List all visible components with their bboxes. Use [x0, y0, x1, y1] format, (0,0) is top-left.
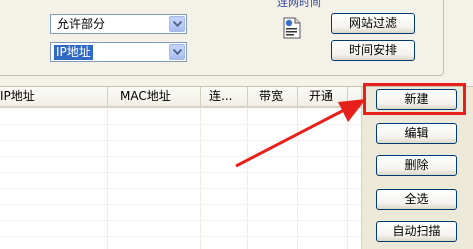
- column-header-ip[interactable]: IP地址: [0, 87, 108, 106]
- site-filter-button[interactable]: 网站过滤: [331, 13, 415, 34]
- web-document-icon: [283, 17, 301, 42]
- select-all-button[interactable]: 全选: [376, 189, 457, 210]
- access-scope-value: 允许部分: [57, 17, 106, 31]
- row-divider: [0, 188, 361, 189]
- filter-mode-select[interactable]: IP地址: [50, 42, 187, 62]
- host-list[interactable]: IP地址 MAC地址 连... 带宽 开通: [0, 87, 362, 249]
- highlight-box: [363, 83, 466, 115]
- column-header-connections[interactable]: 连...: [201, 87, 248, 106]
- row-divider: [0, 204, 361, 205]
- column-divider: [247, 108, 248, 249]
- column-header-enabled[interactable]: 开通: [298, 87, 348, 106]
- auto-scan-button[interactable]: 自动扫描: [376, 221, 457, 242]
- filter-mode-value: IP地址: [53, 44, 94, 61]
- column-divider: [297, 108, 298, 249]
- column-divider: [200, 108, 201, 249]
- dropdown-arrow-icon[interactable]: [169, 44, 185, 60]
- column-header-bandwidth[interactable]: 带宽: [248, 87, 298, 106]
- section-title-fragment: 连网时间: [277, 0, 321, 9]
- row-divider: [0, 140, 361, 141]
- row-divider: [0, 236, 361, 237]
- delete-button[interactable]: 删除: [376, 155, 457, 176]
- row-divider: [0, 156, 361, 157]
- dropdown-arrow-icon[interactable]: [169, 16, 185, 32]
- settings-groupbox: [0, 0, 444, 76]
- edit-button[interactable]: 编辑: [376, 123, 457, 144]
- column-divider: [347, 108, 348, 249]
- row-divider: [0, 124, 361, 125]
- column-divider: [107, 108, 108, 249]
- schedule-button[interactable]: 时间安排: [331, 40, 415, 61]
- access-scope-select[interactable]: 允许部分: [50, 14, 187, 34]
- column-header-mac[interactable]: MAC地址: [108, 87, 201, 106]
- settings-panel: 允许部分 IP地址 连网时间 网站过滤 时间安排: [0, 0, 473, 87]
- list-header: IP地址 MAC地址 连... 带宽 开通: [0, 87, 361, 108]
- row-divider: [0, 172, 361, 173]
- row-divider: [0, 220, 361, 221]
